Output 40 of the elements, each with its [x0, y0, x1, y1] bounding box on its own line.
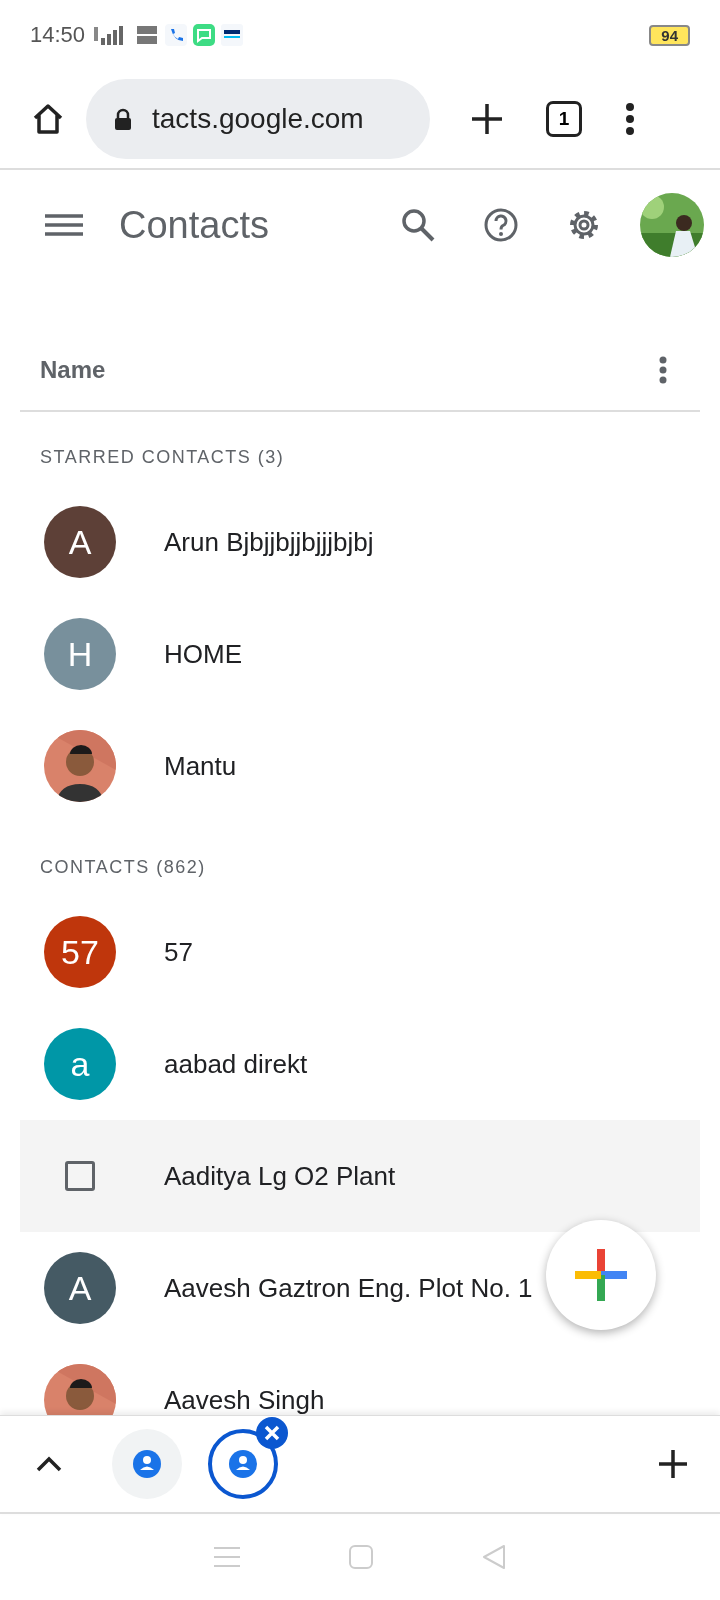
sort-label: Name	[40, 356, 106, 384]
avatar: A	[44, 506, 116, 578]
help-icon[interactable]	[483, 207, 519, 243]
battery-indicator: 94	[649, 24, 690, 46]
avatar: a	[44, 1028, 116, 1100]
app-title: Contacts	[119, 203, 270, 247]
more-icon[interactable]	[658, 356, 668, 384]
menu-icon[interactable]	[45, 213, 83, 237]
plus-icon[interactable]	[658, 1449, 688, 1479]
add-contact-button[interactable]	[546, 1220, 656, 1330]
avatar: H	[44, 618, 116, 690]
wallet-icon	[221, 24, 244, 46]
plus-icon	[575, 1249, 627, 1301]
close-icon[interactable]	[256, 1417, 288, 1449]
contact-name[interactable]: aabad direkt	[164, 1048, 308, 1080]
contacts-icon	[229, 1450, 257, 1478]
contact-name: Aaditya Lg O2 Plant	[164, 1160, 396, 1192]
new-tab-icon[interactable]	[470, 102, 504, 136]
contact-name[interactable]: HOME	[164, 638, 242, 670]
message-icon	[193, 24, 216, 46]
status-time: 14:50	[30, 22, 86, 48]
avatar: A	[44, 1252, 116, 1324]
tab-switcher-button[interactable]: 1	[546, 101, 582, 137]
contact-name[interactable]: Aavesh Singh	[164, 1384, 325, 1415]
search-icon[interactable]	[400, 207, 436, 243]
section-heading: STARRED CONTACTS (3)	[39, 446, 286, 468]
more-icon[interactable]	[624, 102, 636, 136]
lock-icon	[114, 108, 132, 130]
contact-name[interactable]: 57	[164, 936, 193, 968]
phone-icon	[165, 24, 188, 46]
contact-name[interactable]: Mantu	[164, 750, 237, 782]
contact-row[interactable]: Aaditya Lg O2 Plant	[20, 1120, 700, 1232]
contact-name[interactable]: Aavesh Gaztron Eng. Plot No. 1	[164, 1272, 533, 1304]
section-heading: CONTACTS (862)	[39, 856, 207, 878]
contact-name[interactable]: Arun Bjbjjbjjbjjjbjbj	[164, 526, 374, 558]
checkbox[interactable]	[65, 1161, 95, 1191]
address-bar[interactable]: tacts.google.com	[86, 79, 430, 159]
contacts-icon	[133, 1450, 161, 1478]
avatar: 57	[44, 916, 116, 988]
chevron-up-icon[interactable]	[36, 1456, 62, 1472]
